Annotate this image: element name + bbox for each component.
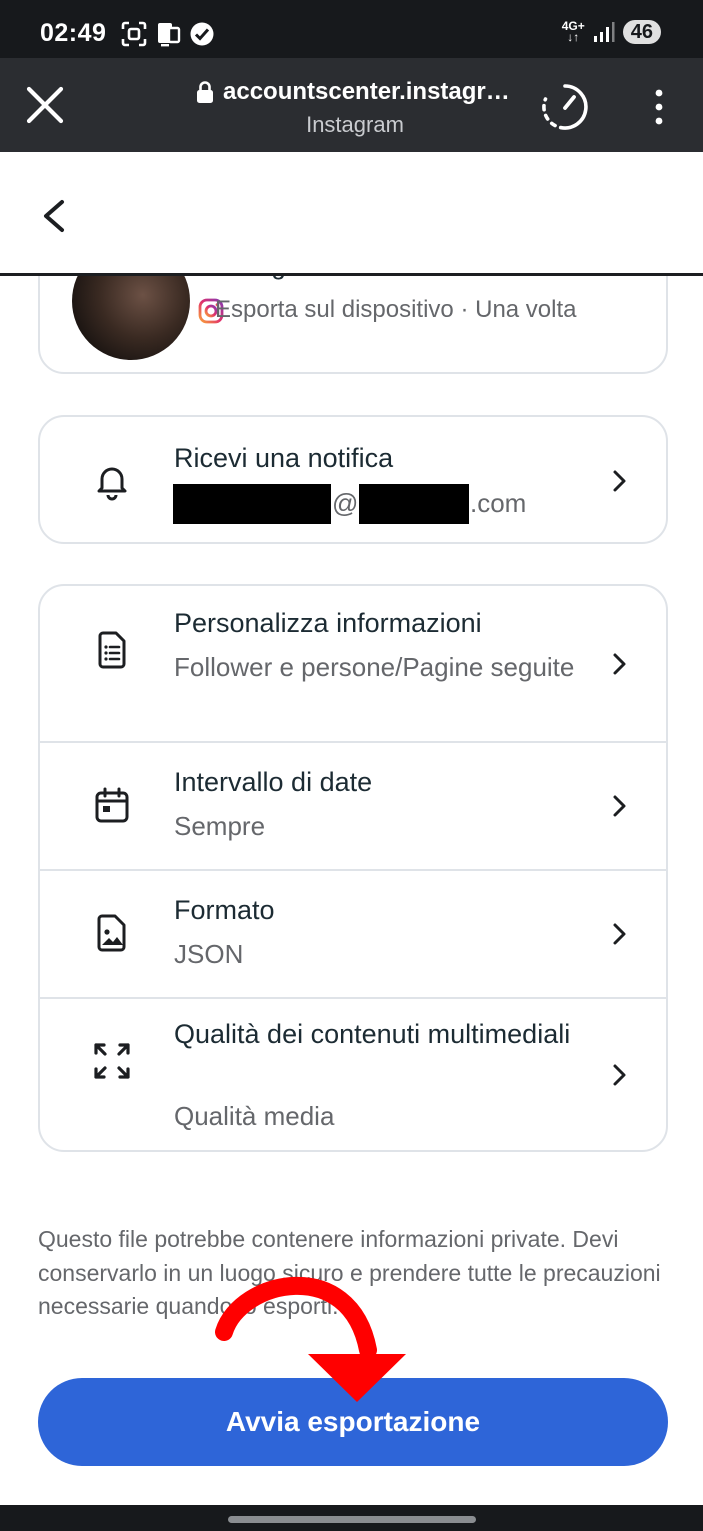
notify-title: Ricevi una notifica — [174, 443, 394, 473]
address-bar[interactable]: accountscenter.instagra... Instagram — [190, 78, 520, 138]
page-header — [0, 152, 703, 276]
email-suffix: .com — [470, 488, 527, 518]
option-title: Formato — [174, 895, 275, 925]
bell-icon — [97, 467, 127, 501]
check-badge-icon — [190, 22, 214, 46]
screenshot-icon — [121, 21, 147, 47]
status-time: 02:49 — [40, 19, 107, 47]
file-image-icon — [97, 914, 126, 952]
document-list-icon — [98, 631, 126, 669]
notify-setting-row[interactable]: Ricevi una notifica @ .com — [38, 415, 668, 544]
more-options-icon[interactable] — [644, 86, 674, 128]
system-icons: 4G+ ↓↑ 46 — [562, 20, 661, 44]
annotation-arrow-icon — [215, 1276, 406, 1402]
notification-icons — [120, 20, 216, 48]
calendar-icon — [95, 787, 129, 823]
browser-toolbar: accountscenter.instagra... Instagram — [0, 58, 703, 152]
system-nav-bar — [0, 1505, 703, 1531]
option-title: Personalizza informazioni — [174, 608, 482, 638]
option-media-quality[interactable]: Qualità dei contenuti multimediali Quali… — [40, 999, 666, 1152]
start-export-label: Avvia esportazione — [225, 1406, 481, 1437]
speedometer-icon[interactable] — [540, 82, 590, 132]
lock-icon — [197, 81, 213, 103]
signal-icon — [593, 22, 615, 42]
export-options-card: Personalizza informazioni Follower e per… — [38, 584, 668, 1152]
close-icon[interactable] — [24, 84, 66, 126]
chevron-right-icon — [613, 1064, 626, 1086]
url-text: accountscenter.instagra... — [223, 78, 515, 105]
chevron-right-icon — [613, 923, 626, 945]
back-arrow-icon[interactable] — [38, 196, 70, 236]
option-value: Sempre — [174, 811, 266, 841]
option-customize-info[interactable]: Personalizza informazioni Follower e per… — [40, 586, 666, 741]
home-indicator[interactable] — [228, 1516, 476, 1523]
option-value: JSON — [174, 939, 244, 969]
phone-sync-icon — [158, 23, 181, 47]
option-value: Follower e persone/Pagine seguite — [174, 652, 575, 682]
option-format[interactable]: Formato JSON — [40, 871, 666, 997]
option-title: Intervallo di date — [174, 767, 373, 797]
site-name: Instagram — [306, 112, 404, 137]
chevron-right-icon — [613, 470, 626, 492]
data-arrows-icon: ↓↑ — [567, 30, 580, 44]
redacted-email-user — [173, 484, 331, 524]
option-value: Qualità media — [174, 1101, 335, 1131]
export-destination: Esporta sul dispositivo · Una volta — [215, 296, 577, 323]
email-at-sign: @ — [332, 488, 359, 518]
redacted-email-domain — [359, 484, 469, 524]
expand-arrows-icon — [94, 1043, 130, 1079]
status-bar: 02:49 4G+ ↓↑ 46 — [0, 0, 703, 58]
chevron-right-icon — [613, 653, 626, 675]
option-title: Qualità dei contenuti multimediali — [174, 1019, 571, 1049]
network-type-icon: 4G+ ↓↑ — [562, 20, 585, 44]
option-date-range[interactable]: Intervallo di date Sempre — [40, 743, 666, 869]
battery-indicator: 46 — [622, 20, 661, 44]
chevron-right-icon — [613, 795, 626, 817]
